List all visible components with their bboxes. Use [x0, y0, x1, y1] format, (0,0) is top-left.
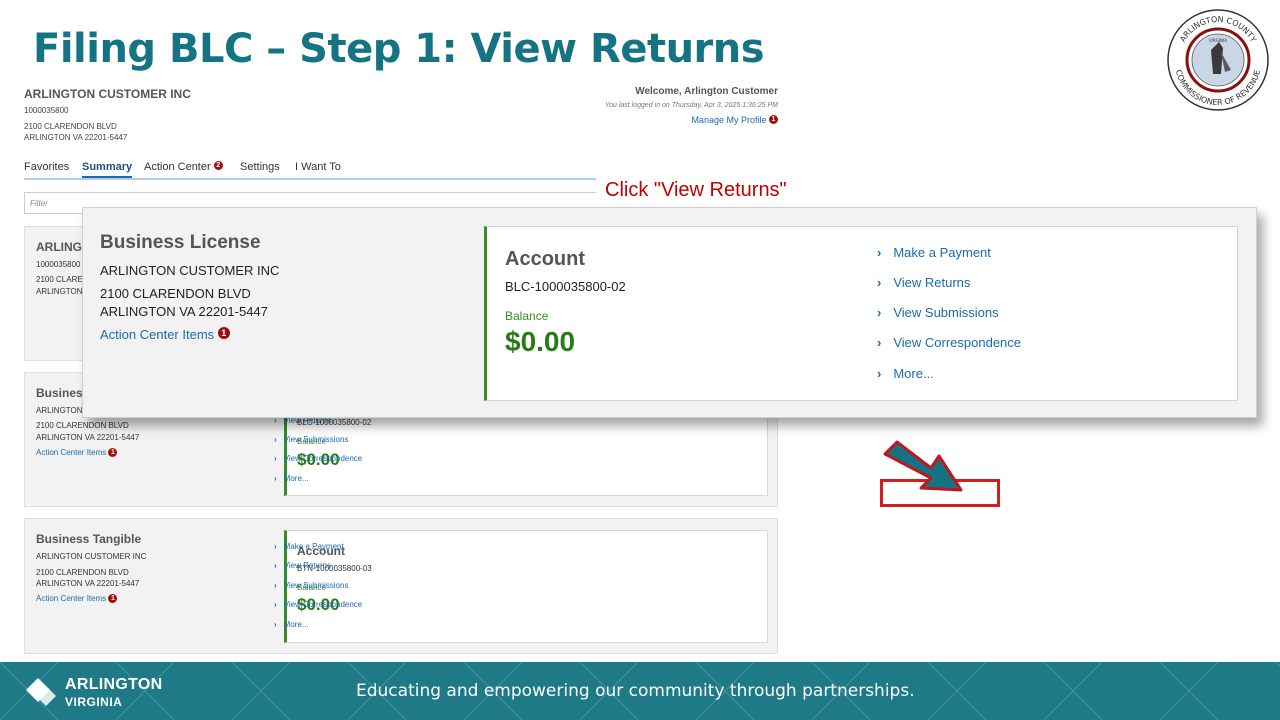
chevron-right-icon: › — [877, 366, 882, 381]
chevron-right-icon: › — [274, 600, 277, 609]
tab-settings[interactable]: Settings — [240, 161, 280, 173]
link-label: More... — [283, 620, 309, 629]
card-address-line1: 2100 CLARE — [36, 275, 83, 284]
footer-tagline: Educating and empowering our community t… — [356, 681, 915, 701]
zoom-card-address-line2: ARLINGTON VA 22201-5447 — [100, 304, 268, 319]
view-returns-link[interactable]: › View Returns — [274, 561, 331, 570]
tab-i-want-to[interactable]: I Want To — [295, 161, 341, 173]
chevron-right-icon: › — [274, 474, 277, 483]
last-login-text: You last logged in on Thursday, Apr 3, 2… — [604, 102, 778, 109]
welcome-text: Welcome, Arlington Customer — [635, 86, 778, 97]
link-label: View Returns — [283, 561, 332, 570]
card-id: 1000035800 — [36, 260, 81, 269]
chevron-right-icon: › — [274, 620, 277, 629]
zoom-card-title: Business License — [100, 232, 261, 253]
zoom-more-link[interactable]: › More... — [877, 366, 934, 381]
action-center-items-badge: 1 — [108, 448, 118, 457]
link-label: More... — [283, 474, 309, 483]
county-seal-logo: ARLINGTON COUNTY COMMISSIONER OF REVENUE… — [1167, 9, 1269, 111]
zoom-make-payment-link[interactable]: › Make a Payment — [877, 245, 991, 260]
view-correspondence-link[interactable]: › View Correspondence — [274, 600, 362, 609]
card-address-line2: ARLINGTON VA 22201-5447 — [36, 433, 140, 442]
view-submissions-link[interactable]: › View Submissions — [274, 435, 348, 444]
link-label: View Submissions — [893, 305, 999, 320]
instruction-callout: Click "View Returns" — [596, 174, 830, 208]
manage-profile-link[interactable]: Manage My Profile 1 — [691, 115, 778, 125]
card-name: ARLINGTON — [36, 406, 83, 415]
card-address-line1: 2100 CLARENDON BLVD — [36, 421, 129, 430]
tab-action-center[interactable]: Action Center 2 — [144, 161, 223, 173]
account-address-line1: 2100 CLARENDON BLVD — [24, 122, 117, 131]
more-link[interactable]: › More... — [274, 474, 309, 483]
link-label: View Correspondence — [283, 454, 363, 463]
zoom-card-name: ARLINGTON CUSTOMER INC — [100, 263, 280, 278]
account-panel: Account BTN-1000035800-03 Balance $0.00 — [284, 530, 768, 643]
chevron-right-icon: › — [877, 245, 882, 260]
chevron-right-icon: › — [877, 335, 882, 350]
action-center-items-label: Action Center Items — [100, 327, 215, 342]
zoom-balance-amount: $0.00 — [505, 326, 576, 357]
zoom-balance-label: Balance — [505, 309, 549, 323]
zoom-action-center-items-link[interactable]: Action Center Items 1 — [100, 327, 230, 342]
action-center-items-label: Action Center Items — [36, 448, 107, 457]
more-link[interactable]: › More... — [274, 620, 309, 629]
zoom-view-correspondence-link[interactable]: › View Correspondence — [877, 335, 1021, 350]
card-address-line1: 2100 CLARENDON BLVD — [36, 568, 129, 577]
slide-title: Filing BLC – Step 1: View Returns — [33, 26, 765, 72]
card-title: ARLING — [36, 240, 82, 254]
tab-favorites[interactable]: Favorites — [24, 161, 69, 173]
action-center-badge: 2 — [213, 161, 223, 170]
view-submissions-link[interactable]: › View Submissions — [274, 581, 348, 590]
view-correspondence-link[interactable]: › View Correspondence — [274, 454, 362, 463]
pointer-arrow-icon — [883, 440, 963, 492]
card-name: ARLINGTON CUSTOMER INC — [36, 552, 147, 561]
profile-notification-badge: 1 — [769, 115, 778, 124]
action-center-items-link[interactable]: Action Center Items 1 — [36, 594, 118, 603]
zoomed-business-license-card: Business License ARLINGTON CUSTOMER INC … — [82, 207, 1257, 507]
zoom-card-address-line1: 2100 CLARENDON BLVD — [100, 286, 251, 301]
chevron-right-icon: › — [274, 435, 277, 444]
main-tabs: Favorites Summary Action Center 2 Settin… — [24, 161, 604, 180]
action-center-items-badge: 1 — [217, 327, 230, 339]
zoom-view-submissions-link[interactable]: › View Submissions — [877, 305, 999, 320]
card-address-line2: ARLINGTON — [36, 287, 83, 296]
zoom-account-id: BLC-1000035800-02 — [505, 279, 626, 294]
link-label: Make a Payment — [893, 245, 991, 260]
card-title: Business Tangible — [36, 532, 142, 546]
link-label: View Returns — [893, 275, 971, 290]
footer-bar: ARLINGTON VIRGINIA Educating and empower… — [0, 662, 1280, 720]
chevron-right-icon: › — [274, 561, 277, 570]
manage-profile-label: Manage My Profile — [691, 115, 767, 125]
action-center-items-link[interactable]: Action Center Items 1 — [36, 448, 118, 457]
link-label: View Correspondence — [893, 335, 1022, 350]
chevron-right-icon: › — [877, 305, 882, 320]
card-title: Busines — [36, 386, 83, 400]
card-address-line2: ARLINGTON VA 22201-5447 — [36, 579, 140, 588]
chevron-right-icon: › — [877, 275, 882, 290]
zoom-account-panel: Account BLC-1000035800-02 Balance $0.00 … — [484, 226, 1238, 401]
action-center-items-label: Action Center Items — [36, 594, 107, 603]
logo-text-virginia: VIRGINIA — [65, 695, 123, 709]
account-address-line2: ARLINGTON VA 22201-5447 — [24, 133, 128, 142]
link-label: Make a Payment — [283, 542, 344, 551]
chevron-right-icon: › — [274, 581, 277, 590]
link-label: View Correspondence — [283, 600, 363, 609]
account-id: 1000035800 — [24, 106, 69, 115]
logo-text-arlington: ARLINGTON — [65, 676, 163, 693]
chevron-right-icon: › — [274, 542, 277, 551]
link-label: More... — [893, 366, 934, 381]
zoom-account-title: Account — [505, 248, 585, 270]
tab-summary[interactable]: Summary — [82, 161, 133, 178]
arlington-logo-icon — [26, 678, 56, 706]
chevron-right-icon: › — [274, 454, 277, 463]
zoom-view-returns-link[interactable]: › View Returns — [877, 275, 970, 290]
link-label: View Submissions — [283, 435, 349, 444]
action-center-items-badge: 1 — [108, 594, 118, 603]
account-card-business-tangible: Business Tangible ARLINGTON CUSTOMER INC… — [24, 518, 778, 654]
make-payment-link[interactable]: › Make a Payment — [274, 542, 344, 551]
account-name: ARLINGTON CUSTOMER INC — [24, 87, 191, 101]
link-label: View Submissions — [283, 581, 349, 590]
seal-text-center: VIRGINIA — [1209, 38, 1227, 43]
tab-action-center-label: Action Center — [144, 161, 211, 173]
